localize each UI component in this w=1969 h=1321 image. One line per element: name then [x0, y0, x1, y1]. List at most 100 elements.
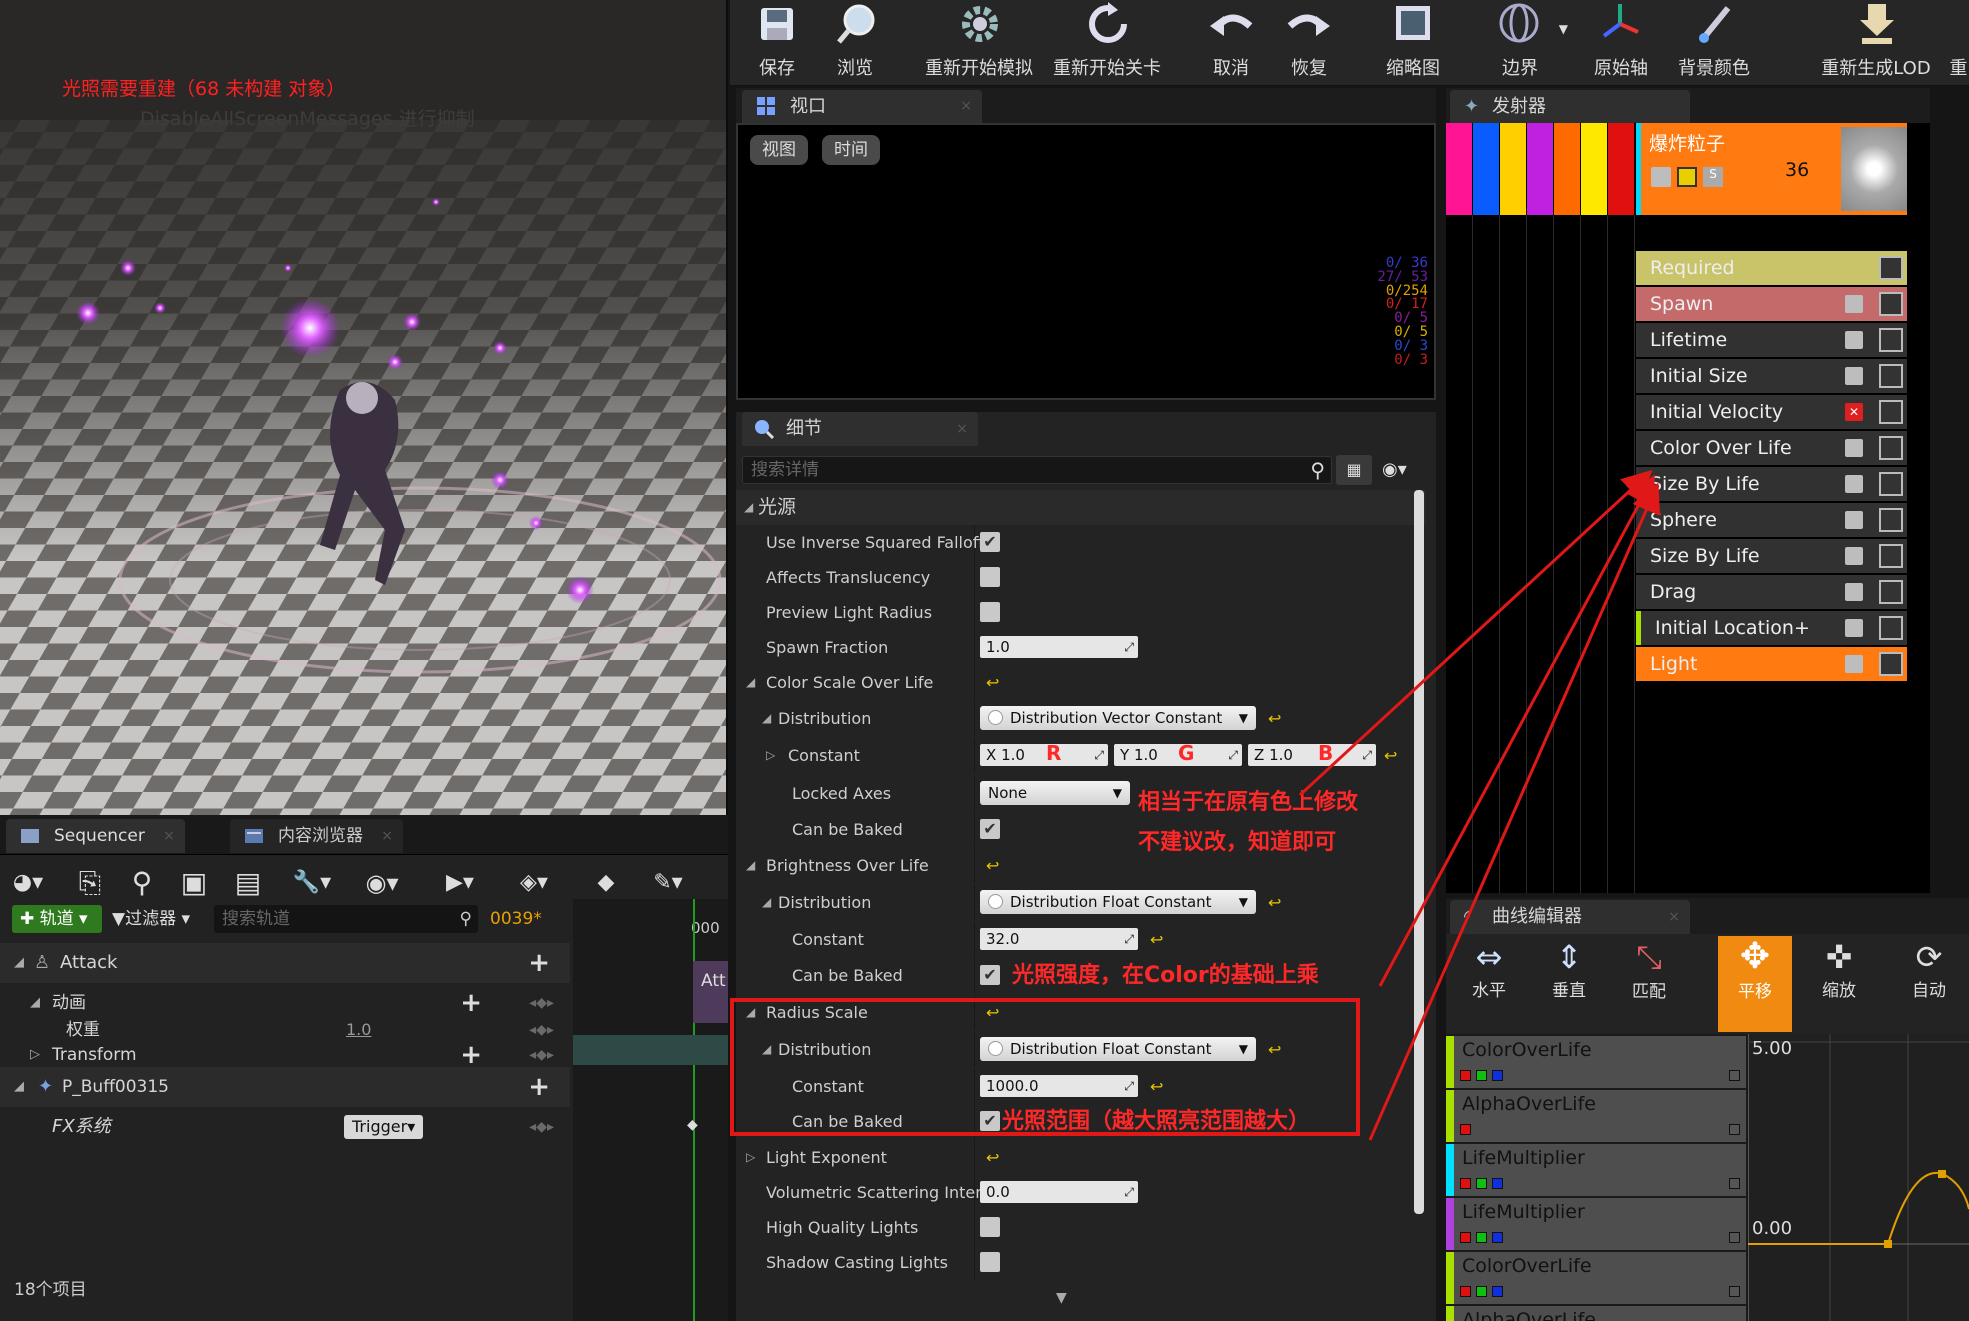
color-x-input[interactable]: X 1.0 ⤢ — [980, 744, 1108, 766]
regen-lod-button[interactable]: 重新生成LOD — [1810, 0, 1942, 86]
track-attack[interactable]: ◢ ♙ Attack + — [0, 943, 570, 983]
module-checkbox[interactable] — [1845, 583, 1863, 601]
key-diamond-icon[interactable]: ◈▾ — [514, 863, 554, 903]
hq-lights-checkbox[interactable] — [980, 1217, 1000, 1237]
emitter-header[interactable]: 爆炸粒子 S 36 — [1636, 123, 1907, 215]
module-size-by-life[interactable]: Size By Life — [1636, 467, 1907, 501]
emitter-render-mode-icon[interactable] — [1677, 167, 1697, 187]
curve-track[interactable]: ColorOverLife — [1446, 1036, 1746, 1088]
reset-arrow-icon[interactable]: ↩ — [986, 848, 999, 883]
tab-sequencer[interactable]: Sequencer × — [6, 819, 185, 853]
restart-level-button[interactable]: 重新开始关卡 — [1048, 0, 1166, 86]
curve-graph-icon[interactable] — [1879, 472, 1903, 496]
prop-light-exponent[interactable]: ▷ Light Exponent ↩ — [736, 1140, 1426, 1175]
volumetric-input[interactable]: 0.0 ⤢ — [980, 1181, 1138, 1203]
module-initial-location[interactable]: Initial Location+ — [1636, 611, 1907, 645]
preview-radius-checkbox[interactable] — [980, 602, 1000, 622]
details-search-input[interactable]: 搜索详情 ⚲ — [742, 456, 1332, 484]
trigger-dropdown[interactable]: Trigger▾ — [344, 1115, 424, 1139]
tab-details[interactable]: 细节 × — [742, 412, 978, 446]
transform-track-bar[interactable] — [573, 1035, 728, 1065]
curve-graph-icon[interactable] — [1879, 652, 1903, 676]
emitter-stripe[interactable] — [1527, 123, 1553, 215]
spawn-fraction-input[interactable]: 1.0 ⤢ — [980, 636, 1138, 658]
current-frame[interactable]: 0039* — [490, 905, 542, 933]
reset-arrow-icon[interactable]: ↩ — [986, 665, 999, 700]
close-icon[interactable]: × — [1668, 900, 1680, 934]
bounds-dropdown-icon[interactable]: ▼ — [1559, 22, 1568, 36]
module-checkbox[interactable] — [1845, 511, 1863, 529]
module-checkbox[interactable] — [1845, 475, 1863, 493]
track-buff[interactable]: ◢ ✦ P_Buff00315 + — [0, 1067, 570, 1107]
pan-mode-button[interactable]: ✥ 平移 — [1718, 936, 1792, 1032]
emitter-solo-icon[interactable]: S — [1703, 167, 1723, 187]
close-icon[interactable]: × — [960, 90, 972, 123]
shadow-lights-checkbox[interactable] — [980, 1252, 1000, 1272]
filter-button[interactable]: ▼过滤器 ▾ — [112, 905, 190, 933]
find-icon[interactable]: ⚲ — [122, 863, 162, 903]
zoom-mode-button[interactable]: ✜ 缩放 — [1806, 938, 1872, 1030]
locked-axes-dropdown[interactable]: None ▼ — [980, 781, 1130, 805]
tab-viewport[interactable]: 视口 × — [742, 90, 982, 123]
trigger-key[interactable]: ◆ — [687, 1117, 698, 1133]
fit-horizontal-button[interactable]: ⇔ 水平 — [1456, 938, 1522, 1030]
time-button[interactable]: 时间 — [822, 135, 880, 165]
module-light[interactable]: Light — [1636, 647, 1907, 681]
curve-graph[interactable]: 5.00 0.00 — [1748, 1034, 1969, 1321]
fit-vertical-button[interactable]: ⇕ 垂直 — [1536, 938, 1602, 1030]
camera-icon[interactable]: ▣ — [174, 863, 214, 903]
module-sphere[interactable]: Sphere — [1636, 503, 1907, 537]
timeline-area[interactable]: 000 Att ◆ — [573, 899, 728, 1321]
add-track-button[interactable]: ✚ 轨道 ▾ — [12, 905, 102, 933]
curve-graph-icon[interactable] — [1879, 436, 1903, 460]
restart-sim-button[interactable]: 重新开始模拟 — [920, 0, 1038, 86]
tab-emitters[interactable]: ✦ 发射器 — [1450, 90, 1690, 123]
view-options-grid-icon[interactable]: ▦ — [1336, 455, 1372, 485]
track-search-input[interactable]: 搜索轨道 ⚲ — [214, 905, 478, 933]
module-checkbox[interactable] — [1845, 619, 1863, 637]
curve-graph-icon[interactable] — [1879, 508, 1903, 532]
anim-clip[interactable]: Att — [693, 961, 728, 1023]
track-fx-system[interactable]: FX系统 Trigger▾ ◂◆▸ — [0, 1107, 570, 1147]
tab-content-browser[interactable]: 内容浏览器 × — [230, 819, 403, 853]
emitter-stripe[interactable] — [1500, 123, 1526, 215]
color-z-input[interactable]: Z 1.0 ⤢ — [1248, 744, 1376, 766]
module-checkbox[interactable] — [1845, 331, 1863, 349]
emitter-stripe[interactable] — [1473, 123, 1499, 215]
auto-button[interactable]: ⟳ 自动 — [1896, 938, 1962, 1030]
reset-arrow-icon[interactable]: ↩ — [1384, 738, 1397, 773]
browse-button[interactable]: 浏览 — [814, 0, 896, 86]
module-size-by-life-2[interactable]: Size By Life — [1636, 539, 1907, 573]
tab-curve-editor[interactable]: ◜ 曲线编辑器 × — [1450, 900, 1690, 934]
curve-graph-icon[interactable] — [1879, 616, 1903, 640]
curve-graph-icon[interactable] — [1879, 364, 1903, 388]
curve-track[interactable]: AlphaOverLife — [1446, 1306, 1746, 1321]
emitter-stripe[interactable] — [1581, 123, 1607, 215]
use-inverse-checkbox[interactable]: ✔ — [980, 532, 1000, 552]
curve-track[interactable]: AlphaOverLife — [1446, 1090, 1746, 1142]
module-initial-velocity[interactable]: Initial Velocity ✕ — [1636, 395, 1907, 429]
module-spawn[interactable]: Spawn — [1636, 287, 1907, 321]
curve-track[interactable]: LifeMultiplier — [1446, 1144, 1746, 1196]
color-baked-checkbox[interactable]: ✔ — [980, 819, 1000, 839]
snap-icon[interactable]: ◆ — [586, 863, 626, 903]
undo-button[interactable]: 取消 — [1190, 0, 1272, 86]
render-movie-icon[interactable]: ▤ — [228, 863, 268, 903]
module-lifetime[interactable]: Lifetime — [1636, 323, 1907, 357]
save-button[interactable]: 保存 — [736, 0, 818, 86]
reset-arrow-icon[interactable]: ↩ — [1268, 885, 1281, 920]
emitter-enable-checkbox[interactable] — [1651, 167, 1671, 187]
add-track-plus-icon[interactable]: + — [528, 943, 550, 983]
reset-arrow-icon[interactable]: ↩ — [1150, 922, 1163, 957]
curve-graph-icon[interactable] — [1879, 256, 1903, 280]
level-viewport[interactable]: 光照需要重建（68 未构建 对象） DisableAllScreenMessag… — [0, 0, 728, 815]
emitter-stripe[interactable] — [1554, 123, 1580, 215]
thumbnail-button[interactable]: 缩略图 — [1368, 0, 1458, 86]
section-light[interactable]: ◢ 光源 — [736, 490, 1426, 525]
emitter-stripe[interactable] — [1608, 123, 1634, 215]
module-checkbox[interactable] — [1845, 439, 1863, 457]
module-checkbox[interactable] — [1845, 295, 1863, 313]
view-button[interactable]: 视图 — [750, 135, 808, 165]
curve-graph-icon[interactable] — [1879, 580, 1903, 604]
emitter-stripe[interactable] — [1446, 123, 1472, 215]
